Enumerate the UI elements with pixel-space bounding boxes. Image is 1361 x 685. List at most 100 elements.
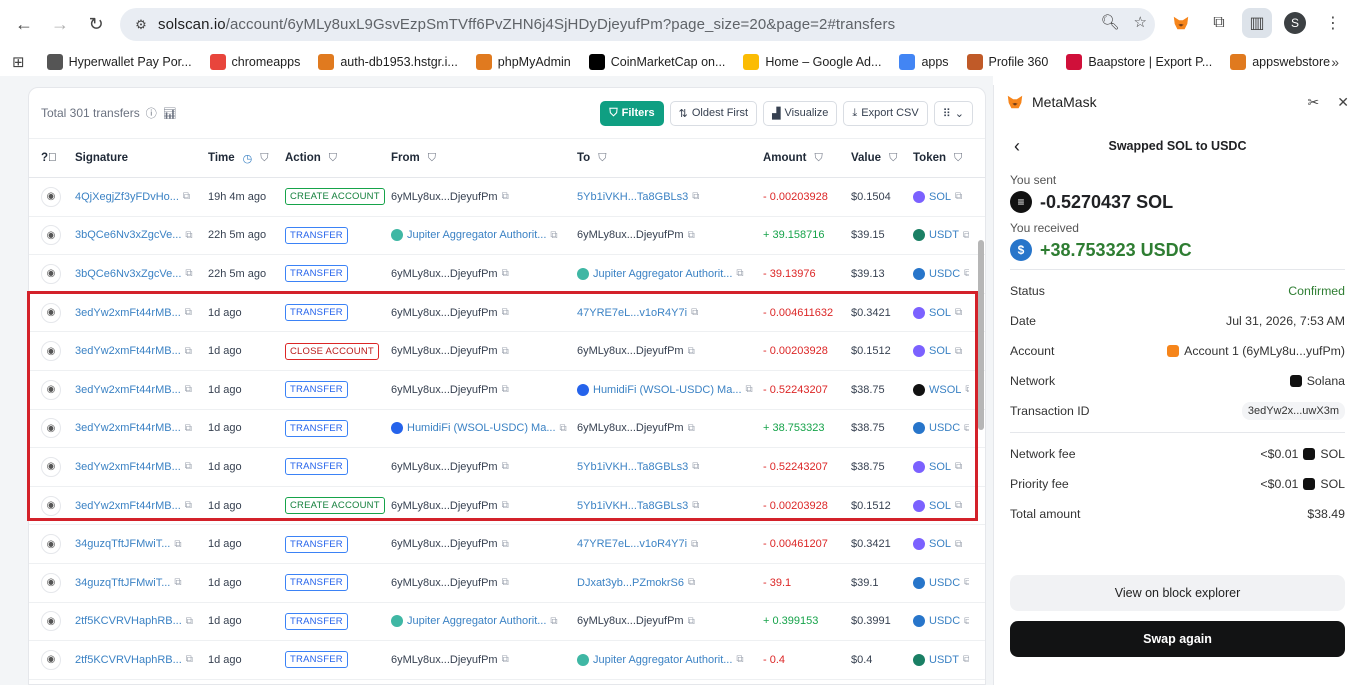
copy-icon[interactable]: ⧉ <box>186 654 193 665</box>
bookmark-item[interactable]: Baapstore | Export P... <box>1066 54 1212 70</box>
eye-icon[interactable]: ◉ <box>41 534 61 555</box>
back-arrow-icon[interactable]: ← <box>6 6 42 42</box>
copy-icon[interactable]: ⧉ <box>688 577 695 588</box>
filter-icon[interactable]: ⛉ <box>329 152 337 165</box>
more-bookmarks-chevron-icon[interactable]: » <box>1331 54 1339 70</box>
copy-icon[interactable]: ⧉ <box>185 423 192 434</box>
from-cell-address[interactable]: Jupiter Aggregator Authorit... <box>407 615 546 627</box>
copy-icon[interactable]: ⧉ <box>965 384 969 395</box>
copy-icon[interactable]: ⧉ <box>963 230 969 241</box>
to-cell-address[interactable]: Jupiter Aggregator Authorit... <box>593 268 732 280</box>
copy-icon[interactable]: ⧉ <box>502 346 509 357</box>
copy-icon[interactable]: ⧉ <box>502 191 509 202</box>
copy-icon[interactable]: ⧉ <box>502 384 509 395</box>
copy-icon[interactable]: ⧉ <box>502 461 509 472</box>
copy-icon[interactable]: ⧉ <box>174 577 181 588</box>
copy-icon[interactable]: ⧉ <box>185 384 192 395</box>
copy-icon[interactable]: ⧉ <box>185 346 192 357</box>
copy-icon[interactable]: ⧉ <box>183 191 190 202</box>
copy-icon[interactable]: ⧉ <box>185 461 192 472</box>
filter-icon[interactable]: ⛉ <box>428 152 436 165</box>
profile-avatar[interactable]: S <box>1280 8 1310 38</box>
copy-icon[interactable]: ⧉ <box>502 577 509 588</box>
eye-icon[interactable]: ◉ <box>41 263 61 284</box>
copy-icon[interactable]: ⧉ <box>186 616 193 627</box>
copy-icon[interactable]: ⧉ <box>964 268 969 279</box>
eye-icon[interactable]: ◉ <box>41 186 61 207</box>
signature-link[interactable]: 2tf5KCVRVHaphRB... <box>75 654 182 666</box>
close-icon[interactable]: ✕ <box>1337 94 1349 111</box>
token-link[interactable]: SOL <box>929 500 951 512</box>
signature-link[interactable]: 3edYw2xmFt44rMB... <box>75 422 181 434</box>
copy-icon[interactable]: ⧉ <box>502 500 509 511</box>
forward-arrow-icon[interactable]: → <box>42 6 78 42</box>
copy-icon[interactable]: ⧉ <box>502 539 509 550</box>
copy-icon[interactable]: ⧉ <box>688 423 695 434</box>
chart-icon[interactable]: 📊︎ <box>163 107 177 120</box>
copy-icon[interactable]: ⧉ <box>185 500 192 511</box>
copy-icon[interactable]: ⧉ <box>550 616 557 627</box>
eye-icon[interactable]: ◉ <box>41 225 61 246</box>
filter-icon[interactable]: ⛉ <box>954 152 962 165</box>
token-link[interactable]: SOL <box>929 461 951 473</box>
reload-icon[interactable]: ↻ <box>78 6 114 42</box>
token-link[interactable]: USDC <box>929 615 960 627</box>
token-link[interactable]: SOL <box>929 345 951 357</box>
copy-icon[interactable]: ⧉ <box>746 384 753 395</box>
bookmark-item[interactable]: CoinMarketCap on... <box>588 54 725 70</box>
copy-icon[interactable]: ⧉ <box>502 307 509 318</box>
token-link[interactable]: SOL <box>929 538 951 550</box>
eye-icon[interactable]: ◉ <box>41 418 61 439</box>
bookmark-item[interactable]: auth-db1953.hstgr.i... <box>318 54 458 70</box>
to-cell-address[interactable]: 5Yb1iVKH...Ta8GBLs3 <box>577 500 688 512</box>
to-cell-address[interactable]: 5Yb1iVKH...Ta8GBLs3 <box>577 191 688 203</box>
token-link[interactable]: WSOL <box>929 384 961 396</box>
bookmark-star-icon[interactable]: ☆ <box>1134 13 1147 31</box>
copy-icon[interactable]: ⧉ <box>692 500 699 511</box>
oldest-first-button[interactable]: ⇅ Oldest First <box>669 100 758 126</box>
copy-icon[interactable]: ⧉ <box>560 423 567 434</box>
copy-icon[interactable]: ⧉ <box>174 539 181 550</box>
copy-icon[interactable]: ⧉ <box>688 230 695 241</box>
export-csv-button[interactable]: ⤓ Export CSV <box>843 100 928 126</box>
copy-icon[interactable]: ⧉ <box>502 654 509 665</box>
to-cell-address[interactable]: DJxat3yb...PZmokrS6 <box>577 577 684 589</box>
page-scrollbar[interactable] <box>975 90 987 680</box>
copy-icon[interactable]: ⧉ <box>955 461 962 472</box>
copy-icon[interactable]: ⧉ <box>688 616 695 627</box>
menu-kebab-icon[interactable]: ⋮ <box>1318 8 1348 38</box>
token-link[interactable]: USDC <box>929 268 960 280</box>
clock-icon[interactable]: ◷ <box>243 152 253 165</box>
back-chevron-icon[interactable]: ‹ <box>1014 136 1020 157</box>
signature-link[interactable]: 3edYw2xmFt44rMB... <box>75 345 181 357</box>
to-cell-address[interactable]: Jupiter Aggregator Authorit... <box>593 654 732 666</box>
signature-link[interactable]: 4QjXegjZf3yFDvHo... <box>75 191 179 203</box>
help-icon[interactable]: ?⃝ <box>29 152 75 164</box>
eye-icon[interactable]: ◉ <box>41 495 61 516</box>
token-link[interactable]: USDT <box>929 654 959 666</box>
copy-icon[interactable]: ⧉ <box>736 654 743 665</box>
bookmark-item[interactable]: Home – Google Ad... <box>743 54 881 70</box>
eye-icon[interactable]: ◉ <box>41 456 61 477</box>
filters-button[interactable]: ⛉ Filters <box>600 100 664 126</box>
side-panel-icon[interactable]: ▥ <box>1242 8 1272 38</box>
zoom-icon[interactable]: 🔍︎ <box>1101 13 1120 31</box>
to-cell-address[interactable]: HumidiFi (WSOL-USDC) Ma... <box>593 384 742 396</box>
signature-link[interactable]: 3bQCe6Nv3xZgcVe... <box>75 268 181 280</box>
eye-icon[interactable]: ◉ <box>41 302 61 323</box>
bookmark-item[interactable]: phpMyAdmin <box>475 54 571 70</box>
copy-icon[interactable]: ⧉ <box>964 423 969 434</box>
bookmark-item[interactable]: Profile 360 <box>966 54 1048 70</box>
token-link[interactable]: SOL <box>929 307 951 319</box>
from-cell-address[interactable]: Jupiter Aggregator Authorit... <box>407 229 546 241</box>
apps-grid-icon[interactable]: ⊞ <box>12 53 25 71</box>
token-link[interactable]: USDC <box>929 577 960 589</box>
copy-icon[interactable]: ⧉ <box>964 616 969 627</box>
filter-icon[interactable]: ⛉ <box>814 152 822 165</box>
extensions-puzzle-icon[interactable]: ⧉ <box>1204 8 1234 38</box>
copy-icon[interactable]: ⧉ <box>550 230 557 241</box>
copy-icon[interactable]: ⧉ <box>955 539 962 550</box>
to-cell-address[interactable]: 47YRE7eL...v1oR4Y7i <box>577 538 687 550</box>
copy-icon[interactable]: ⧉ <box>692 461 699 472</box>
copy-icon[interactable]: ⧉ <box>964 577 969 588</box>
